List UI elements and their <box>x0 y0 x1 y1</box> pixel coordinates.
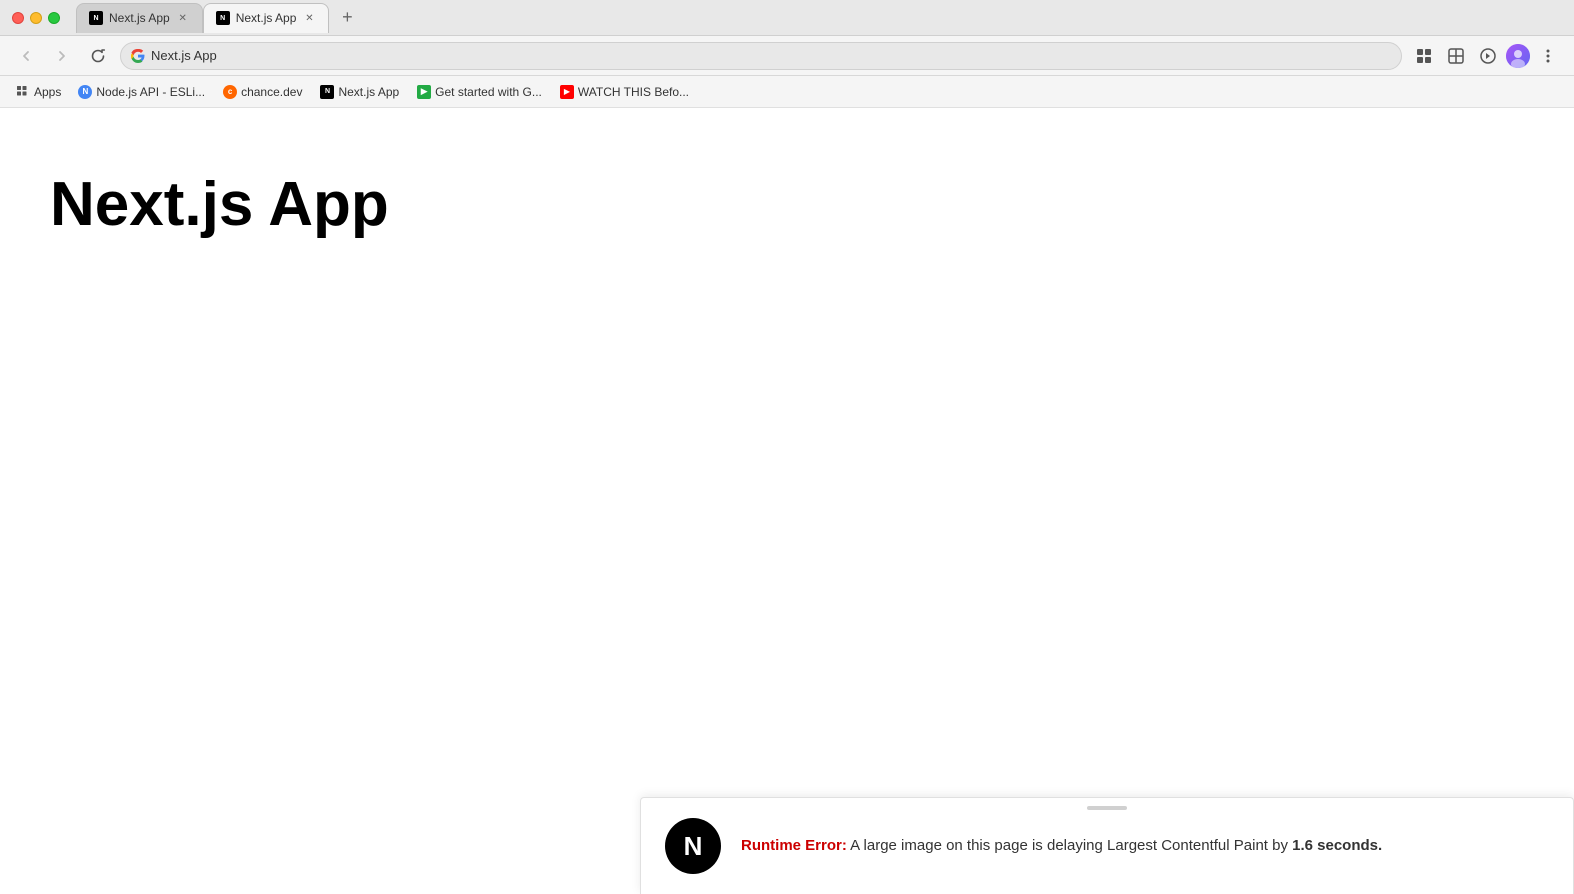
tab-favicon-1: N <box>89 11 103 25</box>
bookmark-label-4: Get started with G... <box>435 85 542 99</box>
apps-label: Apps <box>34 85 61 99</box>
tab-label-1: Next.js App <box>109 11 170 25</box>
next-logo-icon: N <box>684 831 703 862</box>
error-message: Runtime Error: A large image on this pag… <box>741 835 1382 858</box>
bookmarks-bar: Apps N Node.js API - ESLi... c chance.de… <box>0 76 1574 108</box>
browser-tab-1[interactable]: N Next.js App ✕ <box>76 3 203 33</box>
bookmark-favicon-3: N <box>320 85 334 99</box>
close-button[interactable] <box>12 12 24 24</box>
error-overlay: N Runtime Error: A large image on this p… <box>640 797 1574 894</box>
tab-label-2: Next.js App <box>236 11 297 25</box>
bookmark-item-3[interactable]: N Next.js App <box>313 82 406 102</box>
bookmark-item-1[interactable]: N Node.js API - ESLi... <box>71 82 212 102</box>
error-message-text: A large image on this page is delaying L… <box>847 837 1292 854</box>
new-tab-button[interactable]: + <box>333 4 361 32</box>
bookmark-item-5[interactable]: ▶ WATCH THIS Befo... <box>553 82 696 102</box>
extension-icon-3[interactable] <box>1474 42 1502 70</box>
bookmark-item-4[interactable]: ▶ Get started with G... <box>410 82 549 102</box>
bookmark-favicon-4: ▶ <box>417 85 431 99</box>
title-bar: N Next.js App ✕ N Next.js App ✕ + <box>0 0 1574 36</box>
bookmark-label-1: Node.js API - ESLi... <box>96 85 205 99</box>
address-text: Next.js App <box>151 48 1391 63</box>
forward-button[interactable] <box>48 42 76 70</box>
profile-avatar[interactable] <box>1506 44 1530 68</box>
bookmark-apps[interactable]: Apps <box>10 82 67 102</box>
bookmark-label-5: WATCH THIS Befo... <box>578 85 689 99</box>
error-icon-container: N <box>665 818 721 874</box>
back-button[interactable] <box>12 42 40 70</box>
nav-bar: Next.js App <box>0 36 1574 76</box>
traffic-lights <box>12 12 60 24</box>
bookmark-favicon-2: c <box>223 85 237 99</box>
error-label: Runtime Error: <box>741 837 847 854</box>
extension-icon-2[interactable] <box>1442 42 1470 70</box>
bookmark-item-2[interactable]: c chance.dev <box>216 82 309 102</box>
google-icon <box>131 49 145 63</box>
bookmark-favicon-1: N <box>78 85 92 99</box>
error-bold-text: 1.6 seconds. <box>1292 837 1382 854</box>
menu-button[interactable] <box>1534 42 1562 70</box>
address-bar[interactable]: Next.js App <box>120 42 1402 70</box>
reload-button[interactable] <box>84 42 112 70</box>
bookmark-label-3: Next.js App <box>338 85 399 99</box>
tab-bar: N Next.js App ✕ N Next.js App ✕ + <box>76 3 1562 33</box>
bookmark-favicon-5: ▶ <box>560 85 574 99</box>
minimize-button[interactable] <box>30 12 42 24</box>
tab-favicon-2: N <box>216 11 230 25</box>
maximize-button[interactable] <box>48 12 60 24</box>
bookmark-label-2: chance.dev <box>241 85 302 99</box>
page-heading: Next.js App <box>0 108 1574 242</box>
page-content: Next.js App N Runtime Error: A large ima… <box>0 108 1574 894</box>
nav-right-icons <box>1410 42 1562 70</box>
apps-grid-icon <box>16 85 30 99</box>
tab-close-1[interactable]: ✕ <box>176 11 190 25</box>
tab-close-2[interactable]: ✕ <box>302 11 316 25</box>
browser-tab-2[interactable]: N Next.js App ✕ <box>203 3 330 33</box>
extension-icon-1[interactable] <box>1410 42 1438 70</box>
drag-handle <box>1087 806 1127 810</box>
